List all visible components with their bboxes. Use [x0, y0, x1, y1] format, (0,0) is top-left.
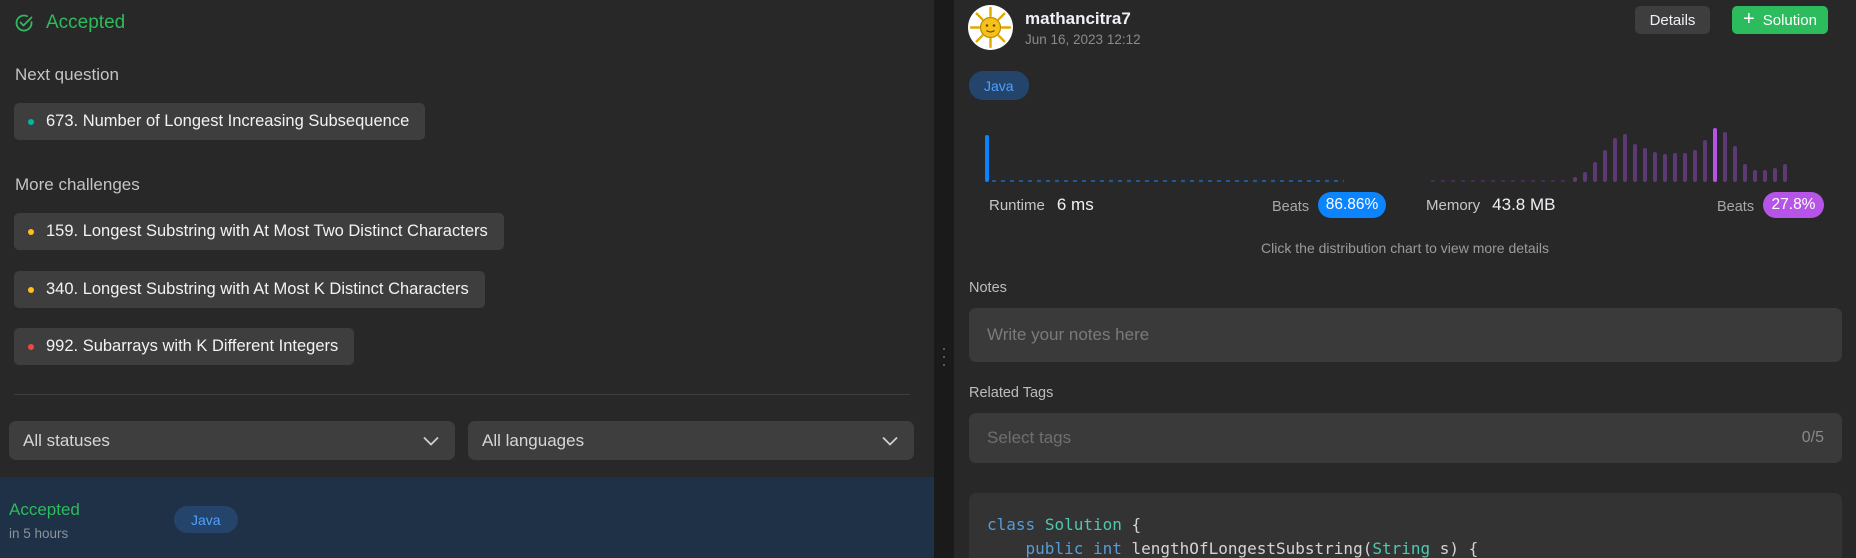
submission-row[interactable]: Accepted in 5 hours Java	[0, 477, 934, 558]
notes-textarea[interactable]: Write your notes here	[969, 308, 1842, 362]
related-tags-label: Related Tags	[969, 385, 1054, 401]
difficulty-dot-medium	[28, 286, 34, 293]
notes-label: Notes	[969, 280, 1007, 296]
runtime-distribution-chart[interactable]	[984, 120, 1349, 182]
code-type: String	[1372, 539, 1431, 558]
details-button[interactable]: Details	[1635, 6, 1710, 34]
memory-value: 43.8 MB	[1492, 195, 1556, 214]
code-keyword: int	[1092, 539, 1122, 558]
memory-beats-badge: 27.8%	[1763, 192, 1824, 218]
chevron-down-icon	[423, 436, 439, 446]
code-type: Solution	[1044, 515, 1122, 534]
submission-detail-panel: mathancitra7 Jun 16, 2023 12:12 Details …	[954, 0, 1856, 558]
difficulty-dot-easy	[28, 118, 34, 125]
challenge-link[interactable]: 159. Longest Substring with At Most Two …	[14, 213, 504, 250]
accepted-header: Accepted	[14, 12, 125, 34]
challenge-link[interactable]: 992. Subarrays with K Different Integers	[14, 328, 355, 365]
difficulty-dot-medium	[28, 228, 34, 235]
code-keyword: class	[987, 515, 1036, 534]
runtime-user-bar	[985, 135, 989, 182]
language-filter-value: All languages	[482, 430, 585, 450]
runtime-stat: Runtime 6 ms	[989, 195, 1094, 215]
next-question-title: 673. Number of Longest Increasing Subseq…	[46, 112, 410, 130]
tags-placeholder: Select tags	[987, 428, 1072, 447]
accepted-title: Accepted	[46, 12, 126, 33]
more-challenges-label: More challenges	[15, 175, 140, 194]
code-editor[interactable]: class Solution { public int lengthOfLong…	[969, 493, 1842, 558]
memory-bars	[1431, 128, 1787, 182]
submission-result-panel: Accepted Next question 673. Number of Lo…	[0, 0, 934, 558]
plus-icon: +	[1743, 8, 1755, 30]
solution-button-label: Solution	[1762, 11, 1817, 29]
runtime-beats-badge: 86.86%	[1318, 192, 1386, 218]
distribution-hint: Click the distribution chart to view mor…	[1261, 240, 1549, 256]
challenge-title: 992. Subarrays with K Different Integers	[46, 337, 339, 355]
tags-select[interactable]: Select tags 0/5	[969, 413, 1842, 463]
memory-distribution-chart[interactable]	[1429, 120, 1824, 182]
language-badge: Java	[969, 71, 1029, 100]
memory-beats-label: Beats	[1717, 199, 1755, 215]
challenge-link[interactable]: 340. Longest Substring with At Most K Di…	[14, 271, 485, 308]
challenge-title: 159. Longest Substring with At Most Two …	[46, 222, 488, 240]
solution-button[interactable]: + Solution	[1732, 6, 1828, 34]
sun-avatar-icon[interactable]	[968, 5, 1013, 50]
runtime-beats-label: Beats	[1272, 199, 1310, 215]
memory-label: Memory	[1426, 196, 1481, 214]
next-question-label: Next question	[15, 65, 119, 84]
chevron-down-icon	[882, 436, 898, 446]
status-filter-select[interactable]: All statuses	[9, 421, 455, 460]
tags-count: 0/5	[1801, 429, 1824, 446]
next-question-link[interactable]: 673. Number of Longest Increasing Subseq…	[14, 103, 426, 140]
difficulty-dot-hard	[28, 343, 34, 350]
submission-language-badge: Java	[174, 506, 238, 533]
divider	[14, 394, 910, 395]
submission-status: Accepted	[9, 500, 80, 519]
runtime-value: 6 ms	[1056, 195, 1094, 214]
username[interactable]: mathancitra7	[1025, 9, 1131, 29]
memory-stat: Memory 43.8 MB	[1426, 195, 1555, 215]
runtime-label: Runtime	[989, 196, 1045, 214]
submission-time: in 5 hours	[9, 526, 69, 541]
challenge-title: 340. Longest Substring with At Most K Di…	[46, 280, 469, 298]
check-circle-icon	[15, 14, 33, 32]
submission-date: Jun 16, 2023 12:12	[1025, 32, 1141, 47]
panel-resize-handle[interactable]	[934, 0, 954, 558]
drag-grip-icon	[942, 348, 945, 366]
language-filter-select[interactable]: All languages	[468, 421, 914, 460]
status-filter-value: All statuses	[23, 430, 110, 450]
code-keyword: public	[1025, 539, 1084, 558]
